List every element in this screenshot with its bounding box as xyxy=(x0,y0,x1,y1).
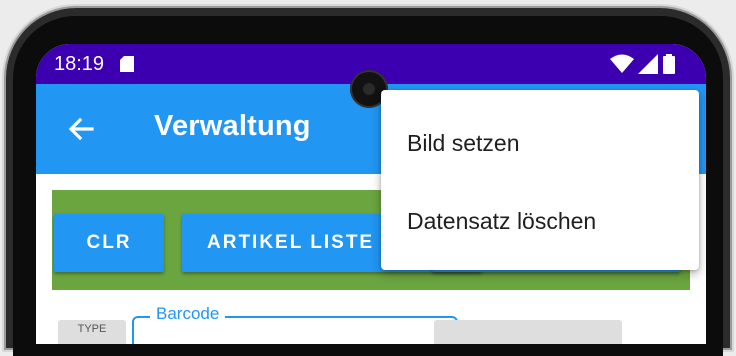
clr-button[interactable]: CLR xyxy=(54,214,164,272)
page-title: Verwaltung xyxy=(154,110,311,142)
sd-card-icon xyxy=(120,56,134,72)
barcode-input[interactable]: Barcode xyxy=(132,304,458,344)
status-icons xyxy=(610,54,680,74)
battery-icon xyxy=(663,54,675,74)
signal-icon xyxy=(638,54,658,74)
form-row: TYPE Barcode xyxy=(36,302,706,344)
status-time: 18:19 xyxy=(54,53,105,75)
barcode-label: Barcode xyxy=(150,304,226,324)
menu-item-bild-setzen[interactable]: Bild setzen xyxy=(381,108,699,178)
type-chip[interactable]: TYPE xyxy=(58,320,126,344)
arrow-left-icon[interactable] xyxy=(66,114,96,144)
wifi-icon xyxy=(610,54,634,73)
overflow-menu: Bild setzen Datensatz löschen xyxy=(381,90,699,270)
secondary-field[interactable] xyxy=(434,320,622,344)
menu-item-datensatz-loeschen[interactable]: Datensatz löschen xyxy=(381,186,699,256)
